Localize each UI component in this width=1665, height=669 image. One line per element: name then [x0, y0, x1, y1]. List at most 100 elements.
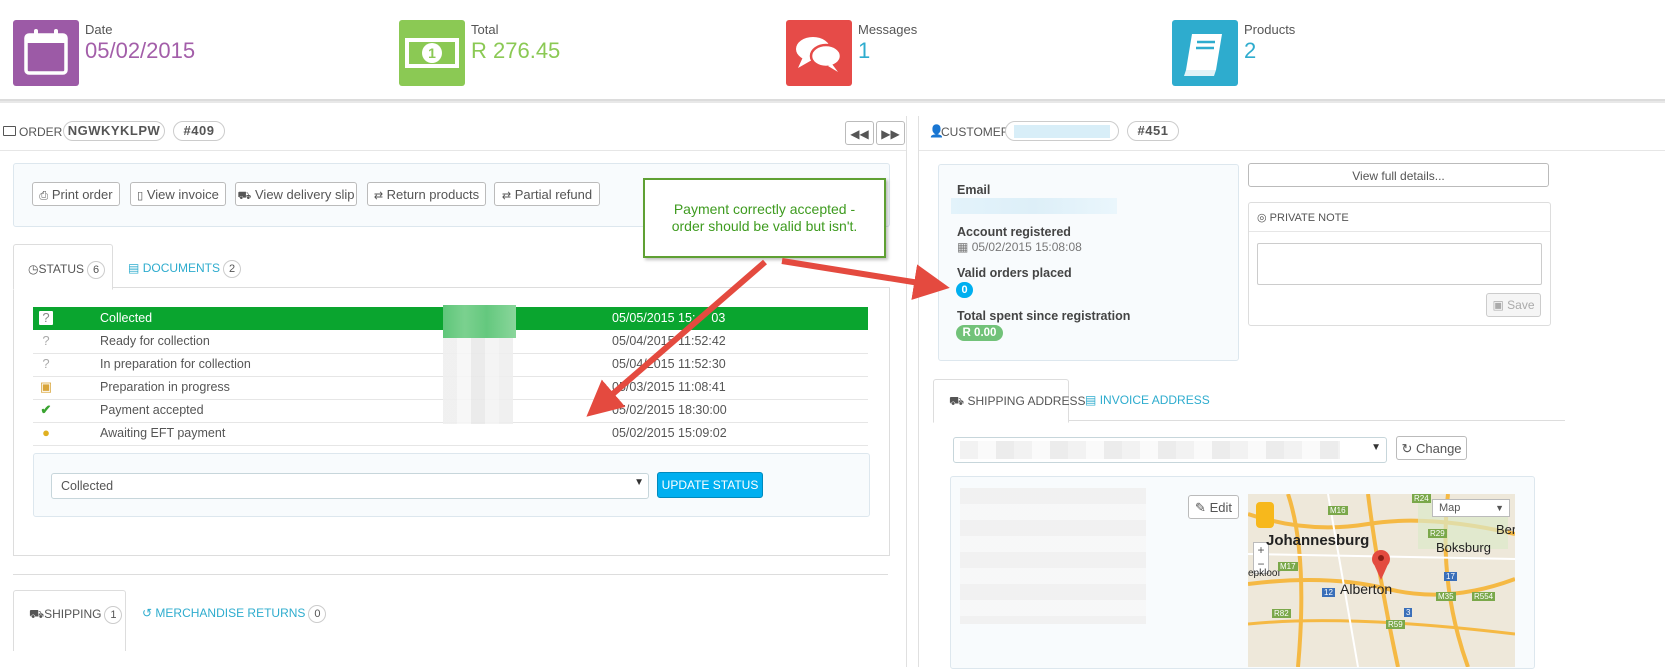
view-invoice-button[interactable]: ▯ View invoice: [130, 182, 226, 206]
history-date: 05/02/2015 15:09:02: [612, 426, 727, 440]
tab-invoice-address[interactable]: ▤ Invoice Address: [1072, 379, 1210, 421]
map-label-boksburg: Boksburg: [1436, 540, 1491, 555]
annotation-callout: Payment correctly accepted - order shoul…: [643, 178, 886, 258]
map-label-epkloof: epkloof: [1248, 568, 1281, 579]
save-note-button[interactable]: ▣ Save: [1486, 293, 1541, 317]
view-full-details-button[interactable]: View full details...: [1248, 163, 1549, 187]
previous-order-button[interactable]: ◀◀: [845, 121, 874, 145]
eye-slash-icon: ◎: [1257, 212, 1267, 224]
history-row: ● Awaiting EFT payment 05/02/2015 15:09:…: [33, 422, 868, 446]
file-icon: ▤: [1085, 393, 1097, 407]
print-icon: ⎙: [39, 190, 49, 202]
account-registered-label: Account registered: [957, 225, 1071, 239]
update-status-button[interactable]: UPDATE STATUS: [657, 472, 763, 498]
tab-status-label: Status: [38, 262, 85, 276]
kpi-products: Products 2: [1172, 20, 1472, 86]
change-label: Change: [1415, 441, 1462, 456]
kpi-total-value: R 276.45: [471, 38, 561, 63]
redacted-email: [951, 198, 1117, 214]
view-delivery-slip-button[interactable]: ⛟ View delivery slip: [235, 182, 357, 206]
kpi-bar: Date 05/02/2015 1 Total R 276.45 Message…: [0, 0, 1665, 101]
book-icon: [1172, 20, 1238, 86]
private-note-heading: ◎ Private Note: [1257, 211, 1349, 224]
route-shield: M35: [1436, 592, 1456, 601]
change-address-button[interactable]: ↻ Change: [1396, 436, 1467, 460]
valid-orders-label: Valid orders placed: [957, 266, 1072, 280]
file-icon: ▤: [128, 261, 140, 275]
address-map[interactable]: + − Map ▼ Johannesburg Boksburg Alberton B…: [1248, 494, 1515, 667]
map-label-ber: Ber: [1496, 522, 1515, 537]
kpi-total: 1 Total R 276.45: [399, 20, 699, 86]
question-icon: ?: [39, 311, 53, 325]
route-shield: R554: [1472, 592, 1496, 601]
svg-text:1: 1: [428, 45, 436, 61]
coins-icon: ●: [42, 425, 50, 440]
return-products-button[interactable]: ⇄ Return products: [367, 182, 486, 206]
partial-refund-button[interactable]: ⇄ Partial refund: [494, 182, 600, 206]
tab-documents-label: Documents: [142, 261, 221, 275]
kpi-products-value: 2: [1244, 38, 1257, 63]
tab-merchandise-returns[interactable]: ↺ Merchandise Returns 0: [130, 590, 327, 634]
route-shield: R29: [1428, 529, 1447, 538]
edit-label: Edit: [1209, 500, 1232, 515]
return-products-label: Return products: [386, 187, 480, 202]
tab-returns-label: Merchandise Returns: [155, 606, 306, 620]
redacted-address-text: [960, 488, 1146, 624]
tab-status[interactable]: ◷Status 6: [13, 244, 113, 290]
partial-refund-label: Partial refund: [514, 187, 593, 202]
history-date: 05/04/2015 11:52:42: [612, 334, 726, 348]
kpi-products-label: Products: [1244, 22, 1296, 37]
street-view-pegman-icon[interactable]: [1256, 502, 1274, 528]
exchange-icon: ⇄: [373, 190, 384, 202]
chat-bubbles-icon: [786, 20, 852, 86]
map-label-johannesburg: Johannesburg: [1266, 532, 1370, 549]
order-title: Order: [19, 125, 63, 139]
truck-icon: ⛟: [29, 607, 45, 621]
kpi-messages-value: 1: [858, 38, 871, 63]
tab-invoice-address-text: ▤ Invoice Address: [1085, 393, 1210, 407]
map-type-label: Map: [1439, 502, 1461, 514]
save-label: Save: [1507, 298, 1535, 312]
history-status: Ready for collection: [100, 334, 210, 348]
edit-address-button[interactable]: ✎ Edit: [1188, 495, 1239, 519]
tab-documents-text: ▤ Documents 2: [128, 260, 242, 278]
tab-shipping-label: Shipping: [44, 607, 102, 621]
credit-card-icon: [3, 126, 16, 136]
pencil-icon: ✎: [1195, 500, 1206, 515]
history-status: Payment accepted: [100, 403, 204, 417]
history-status: Awaiting EFT payment: [100, 426, 226, 440]
shipping-count-badge: 1: [104, 606, 123, 624]
kpi-messages-label: Messages: [858, 22, 918, 37]
undo-icon: ↺: [142, 606, 153, 620]
private-note-textarea[interactable]: [1257, 243, 1542, 285]
next-order-button[interactable]: ▶▶: [876, 121, 905, 145]
redacted-address-select: [960, 441, 1340, 459]
map-type-select[interactable]: Map ▼: [1432, 499, 1510, 517]
private-note-label: Private Note: [1269, 212, 1349, 224]
kpi-date-label: Date: [85, 22, 113, 37]
caret-down-icon: ▼: [634, 477, 644, 488]
tab-shipping-address[interactable]: ⛟ Shipping Address: [933, 379, 1085, 423]
tab-documents[interactable]: ▤ Documents 2: [113, 244, 242, 288]
route-shield: M17: [1278, 562, 1298, 571]
documents-count-badge: 2: [223, 260, 242, 278]
history-date: 05/05/2015 15: 03: [612, 311, 725, 325]
status-select[interactable]: Collected ▼: [51, 473, 649, 499]
calendar-icon: ▦: [957, 240, 969, 254]
file-icon: ▯: [137, 190, 144, 202]
tab-shipping[interactable]: ⛟Shipping 1: [13, 590, 126, 651]
truck-icon: ⛟: [949, 394, 965, 408]
kpi-date-value: 05/02/2015: [85, 38, 196, 63]
exchange-icon: ⇄: [501, 190, 512, 202]
route-shield: R59: [1386, 620, 1405, 629]
caret-down-icon: ▼: [1495, 503, 1504, 513]
print-order-button[interactable]: ⎙ Print order: [32, 182, 120, 206]
tab-shipping-text: ⛟Shipping 1: [29, 606, 123, 624]
redacted-customer-name: [1014, 125, 1110, 138]
annotation-line-2: order should be valid but isn't.: [671, 218, 858, 234]
address-select[interactable]: ▼: [953, 437, 1387, 463]
divider: [1249, 231, 1550, 232]
map-label-alberton: Alberton: [1340, 581, 1393, 597]
box-icon: ▣: [39, 379, 53, 394]
view-delivery-slip-label: View delivery slip: [255, 187, 355, 202]
